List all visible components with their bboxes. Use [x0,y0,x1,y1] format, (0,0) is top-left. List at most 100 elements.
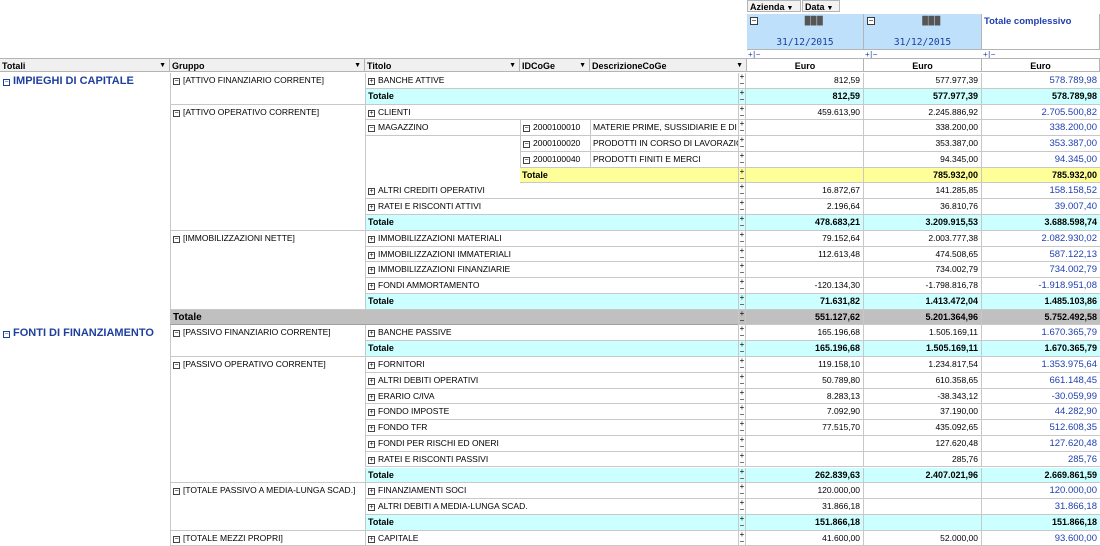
expand-icon[interactable]: + [368,362,375,370]
idcoge-cell[interactable]: −2000100020 [520,136,590,152]
collapse-icon[interactable]: − [739,80,745,88]
collapse-icon[interactable]: − [739,442,745,450]
expand-icon[interactable]: + [368,488,375,496]
collapse-icon[interactable]: − [739,332,745,340]
collapse-icon[interactable]: − [173,235,180,243]
titolo-cell[interactable]: + ERARIO C/IVA [365,388,738,405]
row-expand-toggle[interactable]: + − [738,120,746,137]
expand-icon[interactable]: + [368,283,375,291]
expand-icon[interactable]: + [368,377,375,385]
collapse-icon[interactable]: − [173,535,180,543]
titolo-cell[interactable]: + RATEI E RISCONTI ATTIVI [365,199,738,215]
row-expand-toggle[interactable]: + − [738,230,746,247]
row-expand-toggle[interactable]: + − [738,151,746,168]
collapse-icon[interactable]: − [739,474,745,482]
collapse-icon[interactable]: − [523,125,530,133]
collapse-icon[interactable]: − [739,427,745,435]
collapse-icon[interactable]: − [739,348,745,356]
titolo-cell[interactable]: + ALTRI CREDITI OPERATIVI [365,183,738,200]
field-titolo-button[interactable]: Titolo ▼ [365,58,520,72]
titolo-cell[interactable]: + FONDI PER RISCHI ED ONERI [365,435,738,452]
row-expand-toggle[interactable]: + − [738,530,746,546]
expand-icon[interactable]: + [368,251,375,259]
collapse-icon[interactable]: − [523,141,530,149]
expand-icon[interactable]: + [368,330,375,338]
row-expand-toggle[interactable]: + − [738,467,746,484]
collapse-icon[interactable]: − [739,111,745,119]
expand-icon[interactable]: + [368,535,375,543]
row-expand-toggle[interactable]: + − [738,88,746,105]
titolo-cell[interactable] [365,151,520,168]
expand-icon[interactable]: + [368,440,375,448]
collapse-icon[interactable]: − [739,316,745,324]
collapse-icon[interactable]: − [173,109,180,117]
collapse-icon[interactable]: − [750,17,758,25]
collapse-icon[interactable]: − [739,285,745,293]
collapse-icon[interactable]: − [173,362,180,370]
titolo-cell[interactable]: + FORNITORI [365,357,738,373]
titolo-cell[interactable]: + BANCHE ATTIVE [365,73,738,89]
collapse-icon[interactable]: − [867,17,875,25]
row-expand-toggle[interactable]: + − [738,262,746,279]
row-expand-toggle[interactable]: + − [738,420,746,436]
filter-data-button[interactable]: Data ▼ [802,0,840,12]
titolo-cell[interactable]: + IMMOBILIZZAZIONI IMMATERIALI [365,246,738,263]
collapse-icon[interactable]: − [523,156,530,164]
titolo-cell[interactable]: + ALTRI DEBITI A MEDIA-LUNGA SCAD. [365,499,738,515]
idcoge-cell[interactable]: −2000100040 [520,151,590,168]
collapse-icon[interactable]: − [3,79,10,86]
collapse-icon[interactable]: − [739,143,745,151]
titolo-cell[interactable]: + FONDO IMPOSTE [365,404,738,421]
expand-icon[interactable]: + [368,188,375,196]
collapse-icon[interactable]: − [173,330,180,338]
group-cell[interactable]: − [IMMOBILIZZAZIONI NETTE] [170,230,365,310]
collapse-icon[interactable]: − [739,521,745,529]
field-idcoge-button[interactable]: IDCoGe ▼ [520,58,590,72]
collapse-icon[interactable]: − [368,125,375,133]
collapse-icon[interactable]: − [173,78,180,85]
group-cell[interactable]: − [ATTIVO FINANZIARIO CORRENTE] [170,73,365,105]
collapse-icon[interactable]: − [739,458,745,466]
expand-icon[interactable]: + [368,235,375,243]
expand-icon[interactable]: + [368,456,375,464]
field-gruppo-button[interactable]: Gruppo ▼ [170,58,365,72]
row-expand-toggle[interactable]: + − [738,357,746,373]
expand-icon[interactable]: + [368,409,375,417]
row-expand-toggle[interactable]: + − [738,499,746,515]
collapse-icon[interactable]: − [173,488,180,496]
collapse-icon[interactable]: − [3,331,10,339]
row-expand-toggle[interactable]: + − [738,325,746,342]
row-expand-toggle[interactable]: + − [738,435,746,452]
collapse-icon[interactable]: − [739,127,745,135]
titolo-cell[interactable]: + BANCHE PASSIVE [365,325,738,342]
row-expand-toggle[interactable]: + − [738,309,746,326]
row-expand-toggle[interactable]: + − [738,278,746,294]
collapse-icon[interactable]: − [739,506,745,514]
collapse-icon[interactable]: − [739,379,745,387]
row-expand-toggle[interactable]: + − [738,483,746,500]
titolo-cell[interactable] [365,136,520,152]
titolo-cell[interactable]: + FINANZIAMENTI SOCI [365,483,738,500]
row-expand-toggle[interactable]: + − [738,73,746,89]
expand-icon[interactable]: + [368,109,375,117]
titolo-cell[interactable]: + IMMOBILIZZAZIONI MATERIALI [365,230,738,247]
row-expand-toggle[interactable]: + − [738,372,746,389]
row-expand-toggle[interactable]: + − [738,341,746,358]
row-expand-toggle[interactable]: + − [738,167,746,184]
expand-icon[interactable]: + [368,204,375,212]
titolo-cell[interactable]: + CAPITALE [365,530,738,546]
row-expand-toggle[interactable]: + − [738,183,746,200]
collapse-icon[interactable]: − [739,222,745,230]
row-expand-toggle[interactable]: + − [738,451,746,468]
row-expand-toggle[interactable]: + − [738,404,746,421]
collapse-icon[interactable]: − [739,190,745,198]
category-2[interactable]: − FONTI DI FINANZIAMENTO [0,325,170,546]
field-totali-button[interactable]: Totali ▼ [0,58,170,72]
filter-azienda-button[interactable]: Azienda ▼ [747,0,801,12]
titolo-cell[interactable]: + IMMOBILIZZAZIONI FINANZIARIE [365,262,738,279]
titolo-cell[interactable]: − MAGAZZINO [365,120,520,137]
collapse-icon[interactable]: − [739,95,745,103]
row-expand-toggle[interactable]: + − [738,388,746,405]
group-cell[interactable]: − [PASSIVO OPERATIVO CORRENTE] [170,357,365,484]
collapse-icon[interactable]: − [739,158,745,166]
